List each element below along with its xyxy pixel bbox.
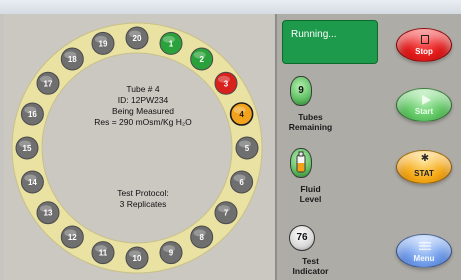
tube-slot[interactable]: 16	[20, 102, 44, 126]
tube-slot[interactable]: 9	[159, 241, 183, 265]
tube-number-label: 6	[239, 178, 244, 187]
tube-number-label: 1	[169, 39, 174, 48]
tube-number-label: 14	[28, 178, 37, 187]
tube-number-label: 13	[44, 209, 53, 218]
protocol-value: 3 Replicates	[119, 199, 167, 209]
fluid-level-label: Fluid Level	[299, 184, 322, 204]
tube-number-label: 12	[68, 233, 77, 242]
tube-number-label: 18	[68, 55, 77, 64]
tube-number-label: 10	[133, 254, 142, 263]
tube-number-label: 2	[199, 55, 204, 64]
tube-number-label: 15	[23, 144, 32, 153]
status-text: Running...	[291, 29, 337, 40]
stat-button[interactable]: ✱ STAT	[396, 150, 452, 184]
start-button-label: Start	[414, 107, 434, 116]
tube-slot[interactable]: 13	[36, 201, 60, 225]
tube-number: Tube # 4	[126, 84, 160, 94]
gauge-icon: 76	[289, 225, 315, 251]
tube-number-label: 4	[239, 110, 244, 119]
tube-number-label: 16	[28, 110, 37, 119]
tube-slot[interactable]: 19	[91, 31, 115, 55]
sample-carousel: 1234567891011121314151617181920	[11, 22, 263, 274]
start-button[interactable]: Start	[396, 88, 452, 122]
tube-slot[interactable]: 3	[214, 71, 238, 95]
stat-button-label: STAT	[414, 169, 434, 178]
tube-number-label: 3	[224, 79, 229, 88]
tube-slot[interactable]: 12	[60, 225, 84, 249]
tube-slot[interactable]: 18	[60, 47, 84, 71]
tube-number-label: 9	[169, 249, 174, 258]
menu-button-label: Menu	[413, 254, 435, 263]
measurement-result: Res = 290 mOsm/Kg H₂O	[94, 117, 192, 127]
tube-number-label: 19	[99, 39, 108, 48]
tube-number-label: 11	[99, 249, 108, 258]
tubes-remaining-value: 9	[298, 85, 304, 96]
menu-button[interactable]: Menu	[396, 234, 452, 268]
tube-slot[interactable]: 20	[125, 26, 149, 50]
status-display: Running...	[282, 20, 378, 64]
stop-button[interactable]: Stop	[396, 28, 452, 62]
measurement-state: Being Measured	[112, 106, 174, 116]
tube-number-label: 8	[199, 233, 204, 242]
play-icon	[422, 95, 431, 105]
tube-slot[interactable]: 1	[159, 31, 183, 55]
osmometer-screen: 1 2 3 4 5 6 7 8 9 10 11 12 13 14 15 16 17 18 19 20 Tube # 4…	[0, 0, 461, 280]
tube-number-label: 7	[224, 209, 229, 218]
tube-slot[interactable]: 4	[229, 102, 254, 126]
tubes-remaining-label: Tubes Remaining	[288, 112, 333, 132]
tube-slot[interactable]: 7	[214, 201, 238, 225]
menu-icon	[419, 242, 431, 251]
test-indicator-value: 76	[296, 232, 308, 243]
tube-slot[interactable]: 11	[91, 241, 115, 265]
tube-slot[interactable]: 8	[190, 225, 214, 249]
measurement-info: Tube # 4 ID: 12PW234 Being Measured Res …	[68, 84, 218, 128]
test-indicator-label: Test Indicator	[292, 256, 329, 276]
sample-id: ID: 12PW234	[117, 95, 169, 105]
protocol-label: Test Protocol:	[117, 188, 169, 198]
tube-number-label: 20	[133, 34, 142, 43]
tube-slot[interactable]: 6	[230, 170, 254, 194]
fluid-bottle-icon	[290, 148, 312, 178]
tube-number-label: 17	[44, 79, 53, 88]
tube-slot[interactable]: 10	[125, 246, 149, 270]
stop-square-icon	[421, 35, 429, 44]
tube-slot[interactable]: 2	[190, 47, 214, 71]
tube-number-label: 5	[245, 144, 250, 153]
tube-slot[interactable]: 15	[15, 136, 39, 160]
protocol-info: Test Protocol: 3 Replicates	[68, 188, 218, 210]
tube-slot[interactable]: 14	[20, 170, 44, 194]
tube-icon: 9	[290, 76, 312, 106]
gear-icon: ✱	[420, 153, 430, 164]
stop-button-label: Stop	[415, 47, 433, 56]
tube-slot[interactable]: 5	[235, 136, 259, 160]
tube-slot[interactable]: 17	[36, 71, 60, 95]
